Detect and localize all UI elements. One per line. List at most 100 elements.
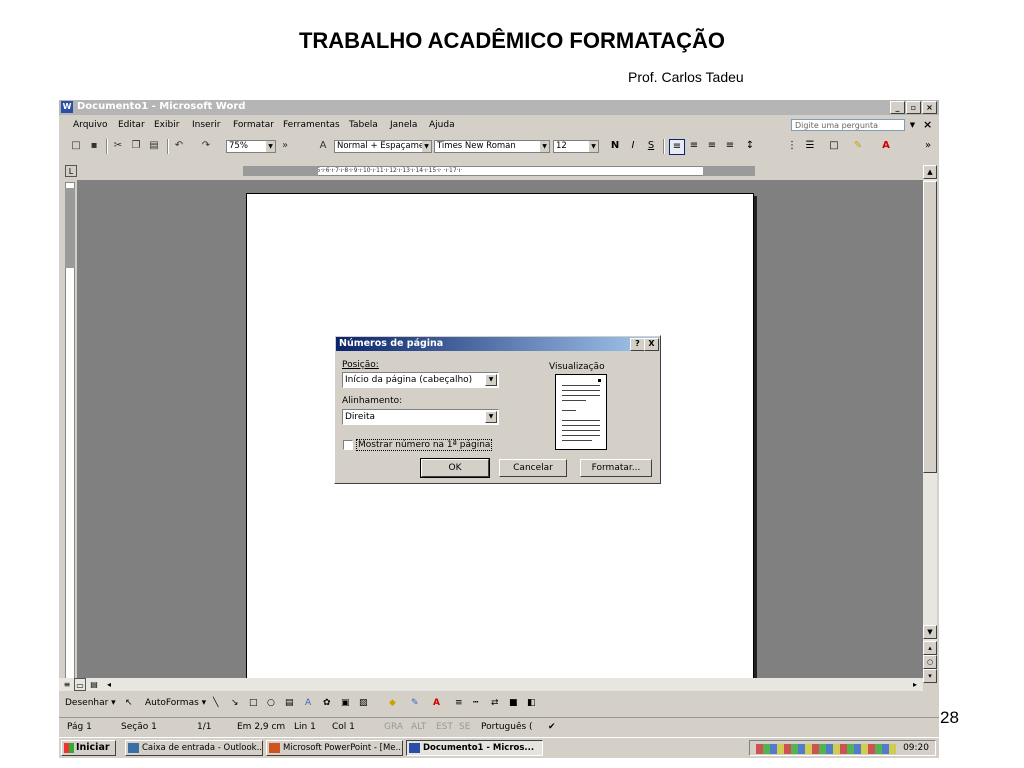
highlight-icon[interactable]: ✎ — [851, 139, 865, 153]
3d-icon[interactable]: ◧ — [527, 698, 536, 708]
window-titlebar[interactable]: W Documento1 - Microsoft Word _ ▫ × — [59, 100, 939, 115]
menu-inserir[interactable]: Inserir — [192, 120, 221, 130]
paste-icon[interactable]: ▤ — [147, 139, 161, 153]
undo-icon[interactable]: ↶ — [172, 139, 186, 153]
italic-button[interactable]: I — [626, 139, 640, 153]
line-style-icon[interactable]: ≡ — [455, 698, 463, 708]
cut-icon[interactable]: ✂ — [111, 139, 125, 153]
ok-button[interactable]: OK — [420, 458, 490, 478]
help-search-input[interactable]: Digite uma pergunta — [791, 119, 905, 131]
font-color-icon[interactable]: A — [879, 139, 893, 153]
arrow-icon[interactable]: ↘ — [231, 698, 239, 708]
web-view-icon[interactable]: ▭ — [74, 678, 86, 691]
word-app-icon[interactable]: W — [61, 101, 73, 113]
start-button[interactable]: Iniciar — [61, 740, 116, 756]
scroll-thumb[interactable] — [923, 181, 937, 473]
menu-editar[interactable]: Editar — [118, 120, 145, 130]
vertical-scrollbar[interactable]: ▲ ▼ ▴ ○ ▾ — [923, 165, 937, 683]
fill-color-icon[interactable]: ◆ — [389, 698, 396, 708]
menu-ajuda[interactable]: Ajuda — [429, 120, 455, 130]
justify-icon[interactable]: ≡ — [723, 139, 737, 153]
cancel-button[interactable]: Cancelar — [499, 459, 567, 477]
line-spacing-icon[interactable]: ↕ — [743, 139, 757, 153]
copy-icon[interactable]: ❐ — [129, 139, 143, 153]
first-page-checkbox[interactable] — [343, 440, 353, 450]
format-button[interactable]: Formatar... — [580, 459, 652, 477]
tab-selector[interactable]: L — [65, 165, 77, 177]
scroll-up-icon[interactable]: ▲ — [923, 165, 937, 179]
save-icon[interactable]: ▪ — [87, 139, 101, 153]
textbox-icon[interactable]: ▤ — [285, 698, 294, 708]
menu-exibir[interactable]: Exibir — [154, 120, 179, 130]
print-layout-icon[interactable]: ▤ — [88, 678, 100, 691]
normal-view-icon[interactable]: ≡ — [61, 678, 73, 691]
restore-button[interactable]: ▫ — [906, 101, 921, 114]
bold-button[interactable]: N — [608, 139, 622, 153]
style-select[interactable]: Normal + Espaçamen ▼ — [334, 140, 432, 153]
scroll-right-icon[interactable]: ▸ — [909, 678, 921, 691]
close-document-icon[interactable]: × — [923, 118, 932, 131]
spelling-status-icon[interactable]: ✔ — [548, 722, 556, 732]
first-page-checkbox-label[interactable]: Mostrar número na 1ª página — [356, 439, 493, 451]
line-color-icon[interactable]: ✎ — [411, 698, 419, 708]
numbering-icon[interactable]: ⋮ — [785, 139, 799, 153]
close-window-button[interactable]: × — [922, 101, 937, 114]
horizontal-ruler[interactable]: 3·ı·2·ı·1·ı· ·ı·1·ı·2·ı·3·ı·4·ı·5·ı·6·ı·… — [243, 166, 755, 176]
next-page-icon[interactable]: ▾ — [923, 669, 937, 683]
arrow-style-icon[interactable]: ⇄ — [491, 698, 499, 708]
status-ext[interactable]: EST — [436, 722, 453, 732]
align-left-icon[interactable]: ≡ — [669, 139, 685, 155]
minimize-button[interactable]: _ — [890, 101, 905, 114]
status-ovr[interactable]: SE — [459, 722, 470, 732]
scroll-left-icon[interactable]: ◂ — [103, 678, 115, 691]
status-rec[interactable]: GRA — [384, 722, 403, 732]
taskbar-powerpoint[interactable]: Microsoft PowerPoint - [Me... — [266, 740, 403, 756]
status-trk[interactable]: ALT — [411, 722, 426, 732]
draw-menu[interactable]: Desenhar ▾ — [65, 698, 116, 708]
dialog-close-button[interactable]: X — [644, 338, 659, 351]
tray-icons[interactable] — [756, 744, 896, 754]
select-objects-icon[interactable]: ↖ — [125, 698, 133, 708]
help-dropdown-icon[interactable]: ▼ — [906, 119, 919, 131]
oval-icon[interactable]: ○ — [267, 698, 275, 708]
browse-object-icon[interactable]: ○ — [923, 655, 937, 669]
menu-formatar[interactable]: Formatar — [233, 120, 274, 130]
autoshapes-menu[interactable]: AutoFormas ▾ — [145, 698, 206, 708]
taskbar-word[interactable]: Documento1 - Micros... — [406, 740, 543, 756]
font-size-value: 12 — [556, 141, 567, 151]
borders-icon[interactable]: □ — [827, 139, 841, 153]
menu-janela[interactable]: Janela — [390, 120, 417, 130]
new-document-icon[interactable]: □ — [69, 139, 83, 153]
menu-arquivo[interactable]: Arquivo — [73, 120, 107, 130]
previous-page-icon[interactable]: ▴ — [923, 641, 937, 655]
menu-ferramentas[interactable]: Ferramentas — [283, 120, 340, 130]
font-color-icon[interactable]: A — [433, 698, 440, 708]
clipart-icon[interactable]: ▣ — [341, 698, 350, 708]
styles-icon[interactable]: A — [316, 139, 330, 153]
scroll-down-icon[interactable]: ▼ — [923, 625, 937, 639]
horizontal-scrollbar[interactable]: ≡ ▭ ▤ ◂ ▸ — [59, 678, 923, 691]
picture-icon[interactable]: ▨ — [359, 698, 368, 708]
diagram-icon[interactable]: ✿ — [323, 698, 331, 708]
wordart-icon[interactable]: A — [305, 698, 311, 708]
line-icon[interactable]: ╲ — [213, 698, 218, 708]
outlook-icon — [128, 743, 139, 753]
more-buttons-icon[interactable]: » — [921, 139, 935, 153]
alignment-select[interactable]: Direita ▼ — [342, 409, 499, 425]
bullets-icon[interactable]: ☰ — [803, 139, 817, 153]
align-right-icon[interactable]: ≡ — [705, 139, 719, 153]
font-size-select[interactable]: 12 ▼ — [553, 140, 599, 153]
redo-icon[interactable]: ↷ — [199, 139, 213, 153]
menu-tabela[interactable]: Tabela — [349, 120, 378, 130]
font-select[interactable]: Times New Roman ▼ — [434, 140, 550, 153]
dialog-help-button[interactable]: ? — [630, 338, 645, 351]
shadow-icon[interactable]: ■ — [509, 698, 518, 708]
zoom-select[interactable]: 75% ▼ — [226, 140, 276, 153]
align-center-icon[interactable]: ≡ — [687, 139, 701, 153]
taskbar-outlook[interactable]: Caixa de entrada - Outlook... — [125, 740, 263, 756]
position-select[interactable]: Início da página (cabeçalho) ▼ — [342, 372, 499, 388]
dash-style-icon[interactable]: ┅ — [473, 698, 478, 708]
rectangle-icon[interactable]: □ — [249, 698, 258, 708]
underline-button[interactable]: S — [644, 139, 658, 153]
more-buttons-icon[interactable]: » — [280, 139, 290, 153]
